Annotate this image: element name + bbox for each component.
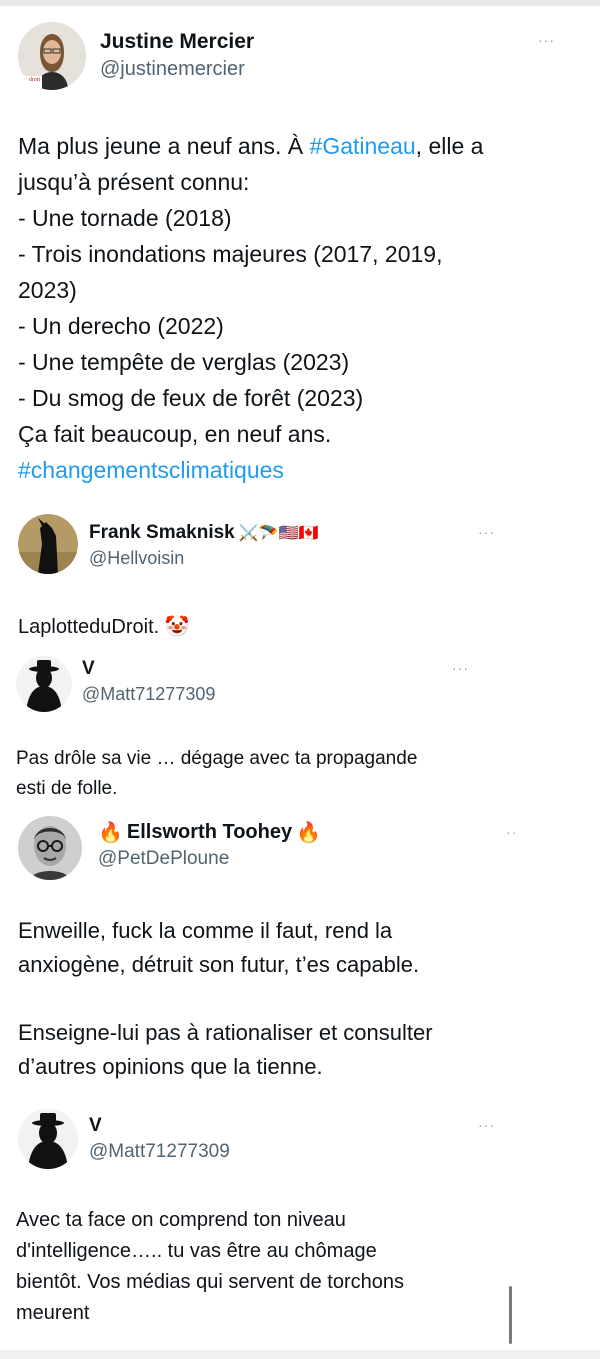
handle[interactable]: @Hellvoisin [89, 548, 184, 569]
v-silhouette-icon [16, 656, 72, 712]
tweet-text: LaplotteduDroit. 🤡 [18, 616, 190, 638]
display-name[interactable]: V [82, 658, 95, 680]
more-options-icon[interactable]: ··· [452, 660, 469, 676]
display-name[interactable]: V [89, 1115, 102, 1137]
avatar[interactable] [18, 816, 82, 880]
display-name[interactable]: 🔥 Ellsworth Toohey 🔥 [98, 820, 321, 845]
avatar[interactable]: le droit [18, 22, 86, 90]
hashtag-gatineau-link[interactable]: #Gatineau [310, 133, 416, 159]
avatar-logo-text: le droit [23, 77, 41, 83]
avatar[interactable] [18, 514, 78, 574]
name-emoji: ⚔️🪂🇺🇸🇨🇦 [238, 525, 319, 542]
avatar[interactable] [18, 1109, 78, 1169]
tweet-text: Avec ta face on comprend ton niveau d'in… [16, 1209, 405, 1324]
tweet-v-1[interactable]: V @Matt71277309 ··· Pas drôle sa vie … d… [0, 650, 600, 810]
fire-icon: 🔥 [296, 822, 322, 844]
scrollbar[interactable] [509, 1286, 512, 1344]
tweet-text: Ma plus jeune a neuf ans. À #Gatineau, e… [18, 133, 484, 483]
tweet-text: Pas drôle sa vie … dégage avec ta propag… [16, 748, 418, 799]
tweet-frank-smaknisk[interactable]: Frank Smaknisk ⚔️🪂🇺🇸🇨🇦 @Hellvoisin ··· L… [0, 500, 600, 650]
handle[interactable]: @justinemercier [100, 58, 245, 81]
handle[interactable]: @Matt71277309 [82, 684, 215, 705]
tweet-text: Enweille, fuck la comme il faut, rend la… [18, 918, 433, 1079]
more-options-icon[interactable]: ··· [478, 1117, 495, 1133]
handle[interactable]: @PetDePloune [98, 848, 229, 870]
tweet-ellsworth-toohey[interactable]: 🔥 Ellsworth Toohey 🔥 @PetDePloune ·· Enw… [0, 810, 600, 1095]
display-name[interactable]: Frank Smaknisk ⚔️🪂🇺🇸🇨🇦 [89, 522, 318, 544]
dog-photo-icon [18, 514, 78, 574]
fire-icon: 🔥 [98, 822, 123, 844]
avatar[interactable] [16, 656, 72, 712]
tweet-justine-mercier[interactable]: le droit Justine Mercier @justinemercier… [0, 0, 600, 500]
portrait-photo-icon [18, 816, 82, 880]
handle[interactable]: @Matt71277309 [89, 1141, 230, 1163]
more-options-icon[interactable]: ·· [506, 824, 517, 840]
hashtag-changementsclimatiques-link[interactable]: #changementsclimatiques [18, 457, 284, 483]
more-options-icon[interactable]: ··· [538, 32, 555, 48]
more-options-icon[interactable]: ··· [478, 524, 495, 540]
bottom-bar [0, 1350, 600, 1359]
display-name[interactable]: Justine Mercier [100, 30, 254, 54]
v-silhouette-icon [18, 1109, 78, 1169]
